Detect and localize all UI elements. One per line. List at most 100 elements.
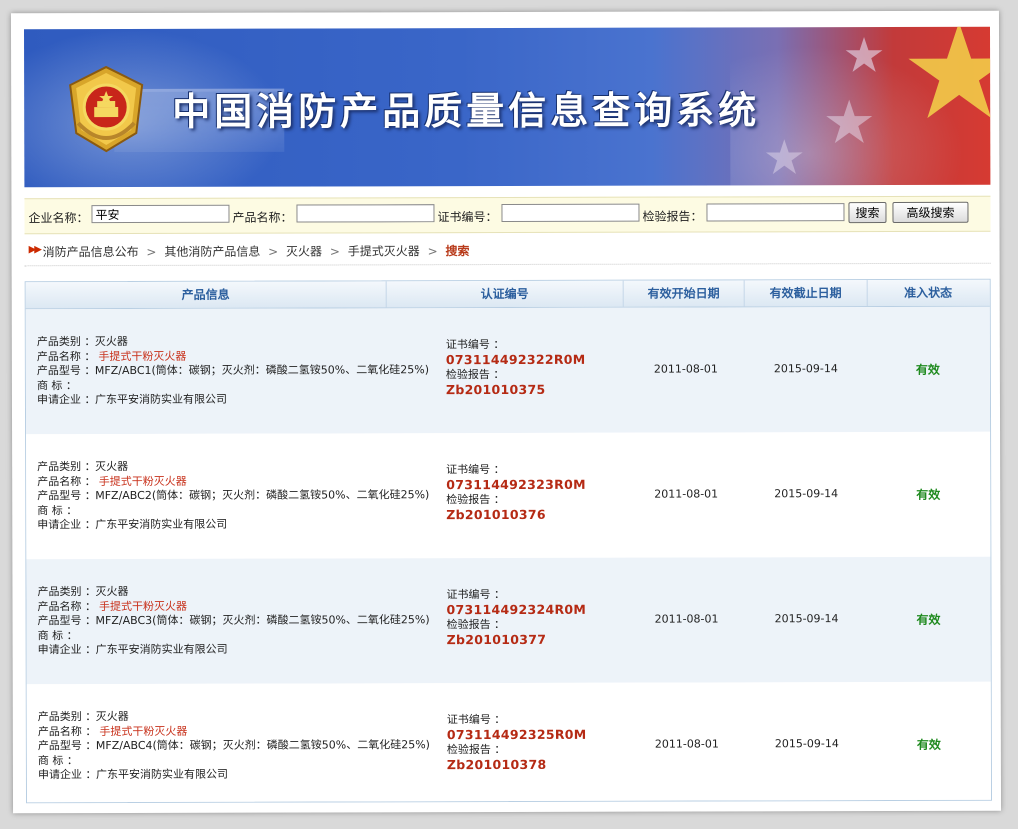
cert-label: 证书编号 ： (446, 463, 505, 477)
trademark-label: 商 标 ： (37, 503, 78, 517)
status-badge: 有效 (916, 612, 941, 627)
trademark-label: 商 标 ： (37, 628, 78, 642)
cert-label: 证书编号 ： (445, 338, 505, 352)
category-label: 产品类别 ： (37, 585, 96, 599)
start-date: 2011-08-01 (654, 487, 719, 501)
name-label: 产品名称 ： (37, 724, 97, 738)
banner-title: 中国消防产品质量信息查询系统 (172, 88, 761, 134)
product-model: MFZ/ABC3(筒体：碳钢；灭火剂：磷酸二氢铵50%、二氧化硅25%) (95, 613, 430, 628)
breadcrumb-items: 消防产品信息公布 > 其他消防产品信息 > 灭火器 > 手提式灭火器 > 搜索 (43, 242, 470, 260)
cert-number: 073114492323R0M (446, 476, 586, 493)
model-label: 产品型号 ： (37, 489, 96, 503)
cert-label: 证书编号 ： (446, 588, 505, 602)
product-info: 产品类别 ：灭火器 产品名称 ： 手提式干粉灭火器 产品型号 ：MFZ/ABC3… (37, 584, 429, 658)
name-label: 产品名称 ： (37, 599, 97, 613)
start-date: 2011-08-01 (654, 737, 719, 751)
product-model: MFZ/ABC4(筒体：碳钢；灭火剂：磷酸二氢铵50%、二氧化硅25%) (95, 738, 430, 753)
product-name: 手提式干粉灭火器 (98, 474, 187, 488)
category-label: 产品类别 ： (37, 710, 97, 724)
end-date: 2015-09-14 (774, 487, 839, 501)
flag-small-star-icon (845, 37, 883, 72)
applicant-label: 申请企业 ： (37, 768, 97, 782)
product-model: MFZ/ABC2(筒体：碳钢；灭火剂：磷酸二氢铵50%、二氧化硅25%) (95, 488, 430, 503)
end-date: 2015-09-14 (773, 362, 838, 376)
report-input[interactable] (706, 203, 845, 222)
product-info: 产品类别 ：灭火器 产品名称 ： 手提式干粉灭火器 产品型号 ：MFZ/ABC4… (38, 709, 430, 783)
breadcrumb-current: 搜索 (445, 244, 470, 259)
applicant-label: 申请企业 ： (36, 393, 96, 407)
company-name-label: 企业名称： (28, 211, 89, 226)
search-button[interactable]: 搜索 (848, 202, 887, 224)
model-label: 产品型号 ： (37, 739, 97, 753)
company-name-input[interactable] (91, 204, 230, 224)
results-table: 产品信息 认证编号 有效开始日期 有效截止日期 准入状态 产品类别 ：灭火器 产… (24, 278, 993, 804)
header-banner: 中国消防产品质量信息查询系统 (23, 26, 991, 188)
advanced-search-button[interactable]: 高级搜索 (892, 201, 969, 223)
end-date: 2015-09-14 (774, 612, 839, 626)
applicant-label: 申请企业 ： (37, 518, 96, 532)
table-row: 产品类别 ：灭火器 产品名称 ： 手提式干粉灭火器 产品型号 ：MFZ/ABC4… (26, 681, 992, 803)
breadcrumb-link[interactable]: 其他消防产品信息 (164, 245, 260, 259)
cert-number-input[interactable] (501, 203, 640, 223)
cert-number: 073114492325R0M (446, 726, 587, 743)
flag-small-star-icon (826, 99, 873, 144)
report-label: 检验报告 ： (446, 618, 506, 632)
status-badge: 有效 (916, 487, 941, 502)
product-info: 产品类别 ：灭火器 产品名称 ： 手提式干粉灭火器 产品型号 ：MFZ/ABC1… (37, 334, 429, 408)
breadcrumb-separator: > (329, 244, 340, 259)
breadcrumb-link[interactable]: 手提式灭火器 (348, 244, 420, 258)
column-header-end-date: 有效截止日期 (744, 280, 868, 307)
start-date: 2011-08-01 (653, 362, 718, 376)
cert-number-label: 证书编号： (437, 210, 498, 225)
product-name-input[interactable] (296, 204, 435, 223)
table-row: 产品类别 ：灭火器 产品名称 ： 手提式干粉灭火器 产品型号 ：MFZ/ABC1… (25, 306, 991, 435)
model-label: 产品型号 ： (37, 614, 97, 628)
name-label: 产品名称 ： (37, 474, 96, 488)
breadcrumb-separator: > (268, 244, 279, 259)
report-number: Zb201010375 (445, 381, 546, 398)
police-emblem-icon (69, 65, 144, 153)
breadcrumb-separator: > (427, 244, 438, 259)
applicant-label: 申请企业 ： (37, 643, 97, 657)
category-label: 产品类别 ： (37, 460, 96, 474)
product-name: 手提式干粉灭火器 (99, 724, 188, 738)
flag-small-star-icon (765, 139, 803, 175)
status-badge: 有效 (916, 737, 941, 752)
report-number: Zb201010377 (446, 631, 547, 648)
model-label: 产品型号 ： (36, 364, 96, 378)
applicant-company: 广东平安消防实业有限公司 (95, 517, 228, 532)
category-label: 产品类别 ： (36, 335, 96, 349)
name-label: 产品名称 ： (36, 349, 96, 363)
table-header: 产品信息 认证编号 有效开始日期 有效截止日期 准入状态 (25, 279, 990, 310)
product-name: 手提式干粉灭火器 (98, 349, 187, 363)
search-bar: 企业名称： 产品名称： 证书编号： 检验报告： 搜索 高级搜索 (24, 195, 991, 235)
applicant-company: 广东平安消防实业有限公司 (95, 642, 228, 657)
column-header-status: 准入状态 (904, 285, 953, 300)
cert-number: 073114492324R0M (446, 601, 587, 618)
cert-info: 证书编号 ： 073114492325R0M 检验报告 ： Zb20101037… (447, 712, 587, 772)
applicant-company: 广东平安消防实业有限公司 (94, 392, 227, 407)
product-name: 手提式干粉灭火器 (98, 599, 188, 613)
breadcrumb-link[interactable]: 消防产品信息公布 (43, 245, 139, 259)
product-category: 灭火器 (95, 709, 129, 724)
report-number: Zb201010378 (446, 756, 547, 773)
product-model: MFZ/ABC1(筒体：碳钢；灭火剂：磷酸二氢铵50%、二氧化硅25%) (94, 363, 430, 378)
flag-star-icon (908, 26, 991, 119)
double-arrow-icon: ▶▶ (28, 244, 40, 256)
product-category: 灭火器 (95, 459, 129, 474)
product-category: 灭火器 (95, 584, 129, 599)
end-date: 2015-09-14 (774, 737, 839, 751)
table-row: 产品类别 ：灭火器 产品名称 ： 手提式干粉灭火器 产品型号 ：MFZ/ABC3… (26, 556, 991, 685)
cert-info: 证书编号 ： 073114492324R0M 检验报告 ： Zb20101037… (446, 587, 586, 647)
column-header-product-info: 产品信息 (25, 281, 387, 309)
breadcrumb-link[interactable]: 灭火器 (286, 244, 322, 258)
page-frame: 中国消防产品质量信息查询系统 企业名称： 产品名称： 证书编号： 检验报告： 搜… (10, 10, 1002, 814)
breadcrumb: ▶▶ 消防产品信息公布 > 其他消防产品信息 > 灭火器 > 手提式灭火器 > … (24, 236, 991, 267)
trademark-label: 商 标 ： (37, 753, 78, 767)
table-row: 产品类别 ：灭火器 产品名称 ： 手提式干粉灭火器 产品型号 ：MFZ/ABC2… (26, 431, 991, 560)
report-number: Zb201010376 (446, 506, 546, 523)
cert-info: 证书编号 ： 073114492322R0M 检验报告 ： Zb20101037… (446, 337, 586, 397)
product-category: 灭火器 (94, 334, 128, 349)
column-header-start-date: 有效开始日期 (623, 280, 745, 307)
report-label: 检验报告： (642, 209, 703, 224)
